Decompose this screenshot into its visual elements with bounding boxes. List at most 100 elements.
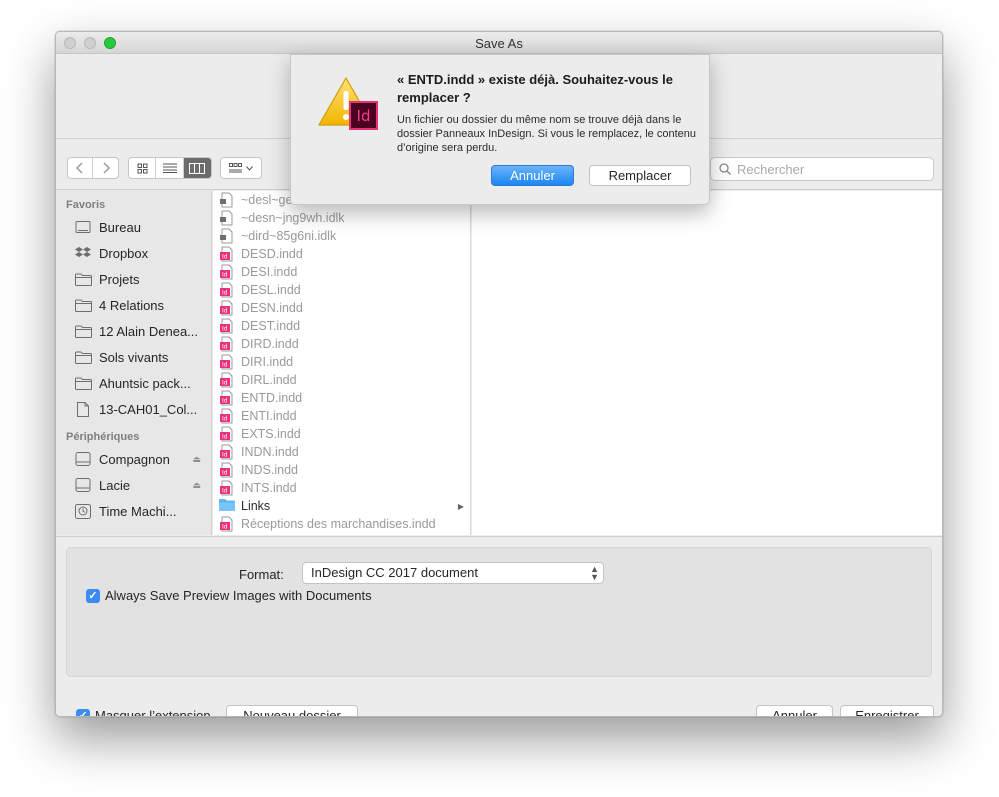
file-row[interactable]: Id ENTI.indd [213,407,470,425]
sidebar-item-label: Compagnon [99,451,170,467]
sidebar-item-time-machi[interactable]: Time Machi... [56,498,211,524]
search-field[interactable]: Rechercher [710,157,934,181]
file-name: INTS.indd [241,481,297,495]
search-icon [719,163,731,175]
file-name: ~desn~jng9wh.idlk [241,211,345,225]
indesign-file-icon: Id [219,426,235,442]
alert-replace-button[interactable]: Remplacer [589,165,691,186]
indesign-file-icon: Id [219,444,235,460]
file-name: DESI.indd [241,265,298,279]
sidebar-item-label: 12 Alain Deneа... [99,323,199,339]
indesign-file-icon: Id [219,318,235,334]
indesign-file-icon: Id [219,516,235,532]
file-row[interactable]: Id DESN.indd [213,299,470,317]
svg-text:Id: Id [222,272,228,279]
sidebar-item-bureau[interactable]: Bureau [56,214,211,240]
sidebar-item-label: Projets [99,271,140,287]
hide-extension-checkbox[interactable]: ✓ [76,708,90,716]
folder-row[interactable]: Links ▶ [213,497,470,515]
sidebar-item-label: Sols vivants [99,349,169,365]
devices-list: Compagnon ⏏ Lacie ⏏ Time Machi... [56,446,211,524]
indesign-file-icon: Id [219,408,235,424]
nav-buttons [67,157,119,179]
file-row[interactable]: Id INDS.indd [213,461,470,479]
hide-extension-option[interactable]: ✓ Masquer l’extension [76,708,211,716]
indesign-file-icon: Id [219,246,235,262]
sidebar-item-12-alain-dene[interactable]: 12 Alain Deneа... [56,318,211,344]
format-label: Format: [239,567,284,582]
replace-alert-sheet: Id « ENTD.indd » existe déjà. Souhaitez-… [290,54,710,205]
sidebar-item-compagnon[interactable]: Compagnon ⏏ [56,446,211,472]
folder-icon [74,324,92,338]
svg-text:Id: Id [222,380,228,387]
preview-images-option[interactable]: ✓ Always Save Preview Images with Docume… [86,588,372,603]
file-row[interactable]: ~desn~jng9wh.idlk [213,209,470,227]
file-name: DESD.indd [241,247,303,261]
cancel-button[interactable]: Annuler [756,705,833,716]
chevron-down-icon [246,165,253,171]
sidebar-item-projets[interactable]: Projets [56,266,211,292]
sidebar-item-label: Time Machi... [99,503,177,519]
file-name: Réceptions des marchandises.indd [241,517,436,531]
file-row[interactable]: ~dird~85g6ni.idlk [213,227,470,245]
arrange-icon [229,163,242,173]
file-name: DESL.indd [241,283,301,297]
dropbox-icon [74,246,92,260]
indesign-badge-icon: Id [349,101,378,130]
sidebar-item-13-cah01-col[interactable]: 13-CAH01_Col... [56,396,211,422]
file-name: ~dird~85g6ni.idlk [241,229,337,243]
folder-icon [74,298,92,312]
sidebar-item-dropbox[interactable]: Dropbox [56,240,211,266]
format-select[interactable]: InDesign CC 2017 document ▲ ▼ [302,562,604,584]
file-row[interactable]: Id EXTS.indd [213,425,470,443]
sidebar-item-label: Lacie [99,477,131,493]
back-button[interactable] [68,158,93,178]
document-icon [74,401,92,417]
time-machine-icon [74,503,92,519]
list-view-button[interactable] [156,158,184,178]
file-row[interactable]: Id DESD.indd [213,245,470,263]
indesign-file-icon: Id [219,264,235,280]
file-row[interactable]: Id DESI.indd [213,263,470,281]
eject-icon[interactable]: ⏏ [192,454,201,465]
folder-icon [219,498,235,514]
arrange-button[interactable] [220,157,262,179]
file-row[interactable]: Id DEST.indd [213,317,470,335]
file-name: INDN.indd [241,445,299,459]
folder-icon [74,376,92,390]
sidebar-item-sols-vivants[interactable]: Sols vivants [56,344,211,370]
lock-file-icon [219,210,235,226]
svg-text:Id: Id [222,398,228,405]
file-row[interactable]: Id DIRI.indd [213,353,470,371]
file-list: ~desl~ge ~desn~jng9wh.idlk ~dird~85g6ni.id… [213,191,470,533]
file-row[interactable]: Id INTS.indd [213,479,470,497]
file-row[interactable]: Id ENTD.indd [213,389,470,407]
file-row[interactable]: Id DIRL.indd [213,371,470,389]
format-options-box: Format: InDesign CC 2017 document ▲ ▼ ✓ A… [66,547,932,677]
file-name: ~desl~ge [241,193,293,207]
icon-view-button[interactable] [129,158,157,178]
file-row[interactable]: Id DIRD.indd [213,335,470,353]
indesign-file-icon: Id [219,300,235,316]
file-row[interactable]: Id INDN.indd [213,443,470,461]
desktop-icon [74,220,92,234]
sidebar-item-ahuntsic-pack[interactable]: Ahuntsic pack... [56,370,211,396]
preview-images-checkbox[interactable]: ✓ [86,588,100,603]
save-button[interactable]: Enregistrer [840,705,934,716]
forward-button[interactable] [93,158,118,178]
eject-icon[interactable]: ⏏ [192,480,201,491]
alert-cancel-button[interactable]: Annuler [491,165,574,186]
sidebar-item-4-relations[interactable]: 4 Relations [56,292,211,318]
file-column: ~desl~ge ~desn~jng9wh.idlk ~dird~85g6ni.id… [213,191,471,535]
file-row[interactable]: Id DESL.indd [213,281,470,299]
sidebar-item-lacie[interactable]: Lacie ⏏ [56,472,211,498]
file-name: Links [241,499,271,513]
indesign-file-icon: Id [219,390,235,406]
view-mode-segment [128,157,212,179]
indesign-file-icon: Id [219,282,235,298]
column-view-button[interactable] [183,158,211,178]
file-name: DIRI.indd [241,355,294,369]
new-folder-button[interactable]: Nouveau dossier [226,705,358,716]
file-name: ENTD.indd [241,391,303,405]
file-row[interactable]: Id Réceptions des marchandises.indd [213,515,470,533]
